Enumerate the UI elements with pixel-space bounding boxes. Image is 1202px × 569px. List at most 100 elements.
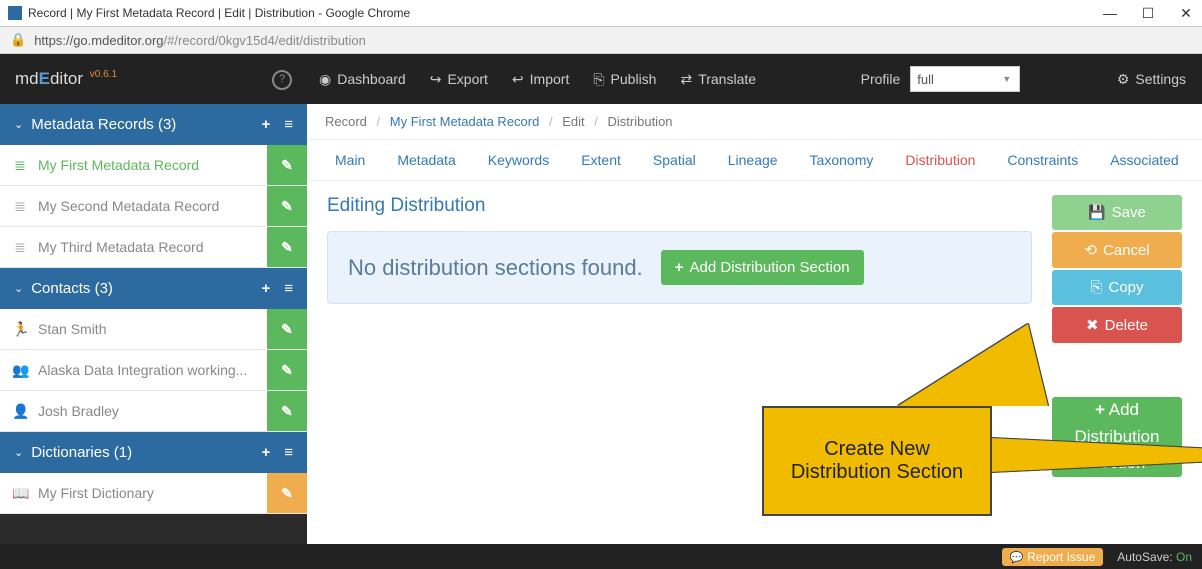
edit-record-button[interactable] bbox=[267, 186, 307, 226]
tab-keywords[interactable]: Keywords bbox=[488, 152, 549, 168]
tab-distribution[interactable]: Distribution bbox=[905, 152, 975, 168]
person-icon: 👤 bbox=[12, 403, 28, 420]
crumb-section: Distribution bbox=[608, 114, 673, 129]
brand-ditor: ditor bbox=[50, 69, 83, 88]
book-icon: 📖 bbox=[12, 485, 28, 502]
nav-translate-label: Translate bbox=[698, 71, 756, 87]
sidebar-item-record-1[interactable]: ≣My First Metadata Record bbox=[0, 145, 307, 186]
add-big-l1: Add bbox=[1109, 400, 1139, 419]
favicon bbox=[8, 6, 22, 20]
database-icon: ≣ bbox=[12, 198, 28, 215]
pencil-icon bbox=[281, 403, 293, 420]
window-minimize[interactable]: — bbox=[1102, 5, 1118, 22]
autosave-label: AutoSave: bbox=[1117, 550, 1172, 564]
nav-publish[interactable]: Publish bbox=[581, 54, 668, 104]
tab-spatial[interactable]: Spatial bbox=[653, 152, 696, 168]
breadcrumb: Record / My First Metadata Record / Edit… bbox=[307, 104, 1202, 140]
sidebar-item-label: My First Dictionary bbox=[38, 485, 154, 501]
tab-constraints[interactable]: Constraints bbox=[1007, 152, 1078, 168]
delete-button[interactable]: Delete bbox=[1052, 307, 1182, 343]
cancel-button[interactable]: Cancel bbox=[1052, 232, 1182, 268]
sidebar-records-label: Metadata Records (3) bbox=[31, 116, 176, 133]
sidebar-item-contact-1[interactable]: 🏃Stan Smith bbox=[0, 309, 307, 350]
tab-extent[interactable]: Extent bbox=[581, 152, 621, 168]
sidebar-item-label: Josh Bradley bbox=[38, 403, 119, 419]
status-bar: Report Issue AutoSave: On bbox=[0, 544, 1202, 569]
save-icon bbox=[1088, 204, 1105, 221]
sidebar-group-contacts[interactable]: ⌄ Contacts (3) bbox=[0, 268, 307, 309]
dashboard-icon bbox=[319, 71, 331, 88]
sidebar-item-record-3[interactable]: ≣My Third Metadata Record bbox=[0, 227, 307, 268]
url[interactable]: https://go.mdeditor.org/#/record/0kgv15d… bbox=[34, 33, 366, 48]
pencil-icon bbox=[281, 239, 293, 256]
brand: mdEditor v0.6.1 bbox=[0, 54, 307, 104]
sidebar-item-contact-2[interactable]: 👥 Alaska Data Integration working... bbox=[0, 350, 307, 391]
sidebar-contacts-label: Contacts (3) bbox=[31, 280, 113, 297]
list-records-icon[interactable] bbox=[284, 116, 293, 133]
nav-publish-label: Publish bbox=[611, 71, 657, 87]
callout-arrow-up bbox=[898, 324, 1048, 406]
database-icon: ≣ bbox=[12, 157, 28, 174]
nav-dashboard-label: Dashboard bbox=[337, 71, 406, 87]
add-record-icon[interactable] bbox=[261, 116, 270, 133]
group-icon: 👥 bbox=[12, 362, 28, 379]
tab-associated[interactable]: Associated bbox=[1110, 152, 1178, 168]
crumb-record-name[interactable]: My First Metadata Record bbox=[390, 114, 540, 129]
nav-translate[interactable]: Translate bbox=[668, 54, 768, 104]
sidebar-item-label: My Second Metadata Record bbox=[38, 198, 219, 214]
list-dictionaries-icon[interactable] bbox=[284, 444, 293, 461]
help-icon[interactable] bbox=[272, 69, 292, 90]
plus-icon bbox=[1095, 400, 1105, 419]
add-contact-icon[interactable] bbox=[261, 280, 270, 297]
sidebar-item-label: Alaska Data Integration working... bbox=[38, 362, 247, 378]
sidebar-item-contact-3[interactable]: 👤 Josh Bradley bbox=[0, 391, 307, 432]
sidebar: ⌄ Metadata Records (3) ≣My First Metadat… bbox=[0, 104, 307, 544]
tab-lineage[interactable]: Lineage bbox=[728, 152, 778, 168]
page-heading: Editing Distribution bbox=[327, 195, 1032, 217]
edit-contact-button[interactable] bbox=[267, 391, 307, 431]
url-path: /#/record/0kgv15d4/edit/distribution bbox=[164, 33, 366, 48]
chevron-down-icon: ⌄ bbox=[14, 446, 23, 459]
add-dictionary-icon[interactable] bbox=[261, 444, 270, 461]
sidebar-group-records[interactable]: ⌄ Metadata Records (3) bbox=[0, 104, 307, 145]
save-button[interactable]: Save bbox=[1052, 195, 1182, 230]
edit-record-button[interactable] bbox=[267, 145, 307, 185]
edit-contact-button[interactable] bbox=[267, 350, 307, 390]
nav-import-label: Import bbox=[530, 71, 570, 87]
tab-main[interactable]: Main bbox=[335, 152, 365, 168]
tab-metadata[interactable]: Metadata bbox=[397, 152, 455, 168]
profile-select[interactable]: full bbox=[910, 66, 1020, 92]
pencil-icon bbox=[281, 362, 293, 379]
nav-dashboard[interactable]: Dashboard bbox=[307, 54, 418, 104]
pencil-icon bbox=[281, 485, 293, 502]
window-maximize[interactable]: ☐ bbox=[1140, 5, 1156, 22]
edit-dictionary-button[interactable] bbox=[267, 473, 307, 513]
sidebar-group-dictionaries[interactable]: ⌄ Dictionaries (1) bbox=[0, 432, 307, 473]
nav-import[interactable]: Import bbox=[500, 54, 581, 104]
tab-taxonomy[interactable]: Taxonomy bbox=[810, 152, 874, 168]
crumb-record: Record bbox=[325, 114, 367, 129]
window-titlebar: Record | My First Metadata Record | Edit… bbox=[0, 0, 1202, 27]
callout-annotation: Create New Distribution Section bbox=[762, 406, 992, 516]
delete-icon bbox=[1086, 316, 1099, 334]
import-icon bbox=[512, 71, 524, 88]
person-icon: 🏃 bbox=[12, 321, 28, 338]
export-icon bbox=[430, 71, 442, 88]
edit-contact-button[interactable] bbox=[267, 309, 307, 349]
sidebar-item-record-2[interactable]: ≣ My Second Metadata Record bbox=[0, 186, 307, 227]
nav-export[interactable]: Export bbox=[418, 54, 500, 104]
report-issue-button[interactable]: Report Issue bbox=[1002, 548, 1104, 566]
profile-value: full bbox=[917, 72, 934, 87]
copy-button[interactable]: Copy bbox=[1052, 270, 1182, 305]
edit-record-button[interactable] bbox=[267, 227, 307, 267]
nav-settings[interactable]: Settings bbox=[1101, 71, 1202, 88]
report-issue-label: Report Issue bbox=[1027, 550, 1095, 564]
copy-icon bbox=[1090, 279, 1102, 296]
list-contacts-icon[interactable] bbox=[284, 280, 293, 297]
empty-state-panel: No distribution sections found. Add Dist… bbox=[327, 231, 1032, 304]
add-distribution-inline-button[interactable]: Add Distribution Section bbox=[661, 250, 864, 285]
window-close[interactable]: ✕ bbox=[1178, 5, 1194, 22]
sidebar-item-dictionary-1[interactable]: 📖 My First Dictionary bbox=[0, 473, 307, 514]
sidebar-dictionaries-label: Dictionaries (1) bbox=[31, 444, 132, 461]
cancel-label: Cancel bbox=[1103, 242, 1150, 259]
